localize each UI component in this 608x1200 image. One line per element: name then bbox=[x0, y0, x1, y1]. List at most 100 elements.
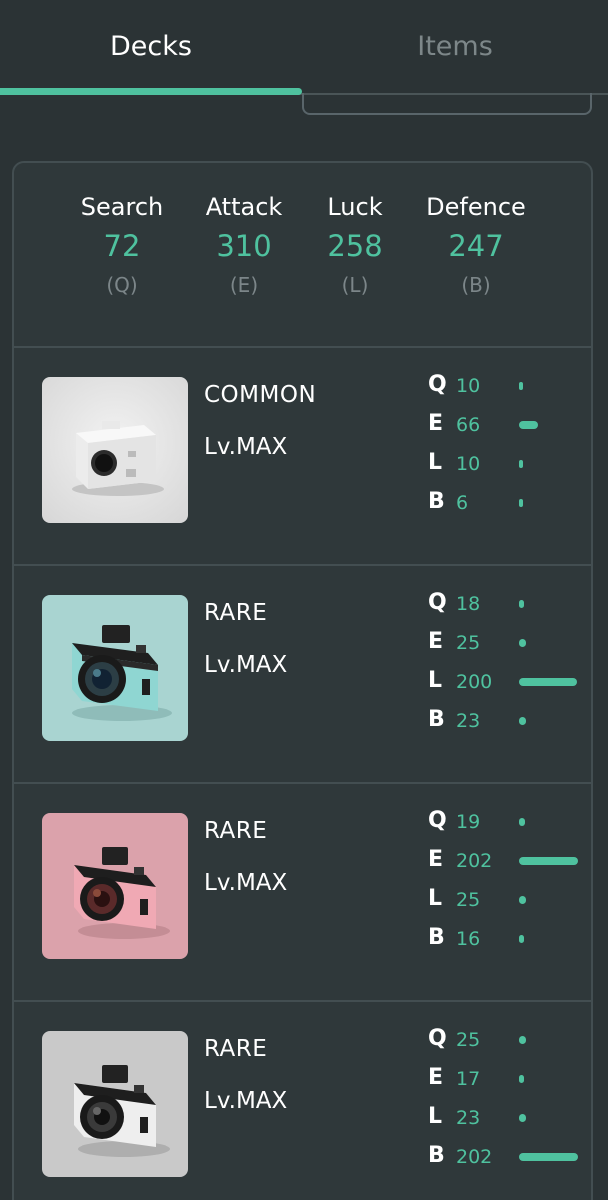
stat-value: 19 bbox=[456, 811, 481, 833]
item-card[interactable]: RARE Lv.MAX Q 19 E 202 L 25 B 16 bbox=[14, 784, 591, 1002]
stat-letter: Q bbox=[428, 1026, 447, 1051]
stat-value: 66 bbox=[456, 414, 481, 436]
summary-stat-value: 72 bbox=[103, 229, 141, 263]
stat-bar bbox=[519, 1036, 526, 1044]
stat-bar bbox=[519, 460, 523, 468]
stat-letter: B bbox=[428, 1143, 445, 1168]
item-card[interactable]: COMMON Lv.MAX Q 10 E 66 L 10 B 6 bbox=[14, 348, 591, 566]
item-card[interactable]: RARE Lv.MAX Q 18 E 25 L 200 B 23 bbox=[14, 566, 591, 784]
stat-letter: B bbox=[428, 489, 445, 514]
stat-value: 6 bbox=[456, 492, 469, 514]
stat-value: 23 bbox=[456, 710, 481, 732]
summary-defence: Defence 247 (B) bbox=[416, 193, 536, 297]
stat-letter: E bbox=[428, 411, 444, 436]
tab-bar: Decks Items bbox=[0, 0, 608, 115]
stat-value: 202 bbox=[456, 850, 493, 872]
level-label: Lv.MAX bbox=[204, 870, 288, 896]
stat-bar bbox=[519, 818, 525, 826]
summary-stat-value: 258 bbox=[327, 229, 383, 263]
stat-letter: Q bbox=[428, 590, 447, 615]
stat-row-e: E 25 bbox=[428, 629, 591, 659]
gray-camera-icon bbox=[42, 1031, 188, 1177]
level-label: Lv.MAX bbox=[204, 434, 288, 460]
summary-stat-key: (E) bbox=[229, 273, 259, 297]
stat-letter: L bbox=[428, 886, 443, 911]
stat-value: 23 bbox=[456, 1107, 481, 1129]
stat-row-b: B 202 bbox=[428, 1143, 591, 1173]
deck-summary: Search 72 (Q) Attack 310 (E) Luck 258 (L… bbox=[14, 163, 591, 348]
stat-value: 25 bbox=[456, 1029, 481, 1051]
stat-letter: L bbox=[428, 450, 443, 475]
rarity-label: COMMON bbox=[204, 382, 317, 408]
summary-stat-name: Defence bbox=[426, 193, 526, 221]
stat-bar bbox=[519, 896, 526, 904]
stat-value: 25 bbox=[456, 632, 481, 654]
stat-row-q: Q 18 bbox=[428, 590, 591, 620]
rarity-label: RARE bbox=[204, 1036, 268, 1062]
stat-letter: Q bbox=[428, 808, 447, 833]
summary-stat-key: (B) bbox=[461, 273, 491, 297]
stat-bar bbox=[519, 857, 578, 865]
stat-bar bbox=[519, 935, 524, 943]
level-label: Lv.MAX bbox=[204, 1088, 288, 1114]
stat-value: 10 bbox=[456, 453, 481, 475]
summary-stat-key: (L) bbox=[341, 273, 369, 297]
stat-row-l: L 10 bbox=[428, 450, 591, 480]
deck-panel: Search 72 (Q) Attack 310 (E) Luck 258 (L… bbox=[12, 161, 593, 1200]
summary-attack: Attack 310 (E) bbox=[194, 193, 294, 297]
summary-stat-name: Attack bbox=[205, 193, 283, 221]
stat-bar bbox=[519, 1114, 526, 1122]
stat-letter: B bbox=[428, 707, 445, 732]
stat-value: 17 bbox=[456, 1068, 481, 1090]
summary-stat-name: Search bbox=[80, 193, 164, 221]
stat-bar bbox=[519, 1153, 578, 1161]
summary-stat-name: Luck bbox=[327, 193, 383, 221]
stat-bar bbox=[519, 678, 577, 686]
stat-letter: Q bbox=[428, 372, 447, 397]
level-label: Lv.MAX bbox=[204, 652, 288, 678]
stat-value: 202 bbox=[456, 1146, 493, 1168]
stat-value: 10 bbox=[456, 375, 481, 397]
stat-letter: E bbox=[428, 1065, 444, 1090]
stat-row-b: B 16 bbox=[428, 925, 591, 955]
stat-value: 200 bbox=[456, 671, 493, 693]
summary-stat-value: 247 bbox=[448, 229, 504, 263]
stat-row-e: E 17 bbox=[428, 1065, 591, 1095]
stat-row-b: B 6 bbox=[428, 489, 591, 519]
stat-letter: B bbox=[428, 925, 445, 950]
stat-row-l: L 200 bbox=[428, 668, 591, 698]
stat-bar bbox=[519, 421, 538, 429]
active-tab-indicator bbox=[0, 88, 302, 95]
tab-items[interactable]: Items bbox=[304, 0, 606, 92]
stat-value: 18 bbox=[456, 593, 481, 615]
white-camera-icon bbox=[42, 377, 188, 523]
stat-letter: L bbox=[428, 1104, 443, 1129]
item-card[interactable]: RARE Lv.MAX Q 25 E 17 L 23 B 202 bbox=[14, 1002, 591, 1200]
teal-camera-icon bbox=[42, 595, 188, 741]
stat-bar bbox=[519, 499, 523, 507]
pink-camera-icon bbox=[42, 813, 188, 959]
tab-dropdown-edge bbox=[302, 93, 592, 115]
summary-luck: Luck 258 (L) bbox=[310, 193, 400, 297]
stat-row-l: L 25 bbox=[428, 886, 591, 916]
stat-value: 16 bbox=[456, 928, 481, 950]
stat-row-q: Q 10 bbox=[428, 372, 591, 402]
summary-stat-value: 310 bbox=[216, 229, 272, 263]
summary-search: Search 72 (Q) bbox=[72, 193, 172, 297]
rarity-label: RARE bbox=[204, 600, 268, 626]
summary-stat-key: (Q) bbox=[106, 273, 138, 297]
stat-row-l: L 23 bbox=[428, 1104, 591, 1134]
stat-bar bbox=[519, 1075, 524, 1083]
stat-bar bbox=[519, 639, 526, 647]
stat-letter: L bbox=[428, 668, 443, 693]
stat-row-q: Q 25 bbox=[428, 1026, 591, 1056]
stat-value: 25 bbox=[456, 889, 481, 911]
stat-bar bbox=[519, 717, 526, 725]
tab-decks[interactable]: Decks bbox=[0, 0, 302, 92]
stat-row-b: B 23 bbox=[428, 707, 591, 737]
stat-letter: E bbox=[428, 629, 444, 654]
stat-bar bbox=[519, 382, 523, 390]
stat-bar bbox=[519, 600, 524, 608]
rarity-label: RARE bbox=[204, 818, 268, 844]
stat-row-e: E 66 bbox=[428, 411, 591, 441]
